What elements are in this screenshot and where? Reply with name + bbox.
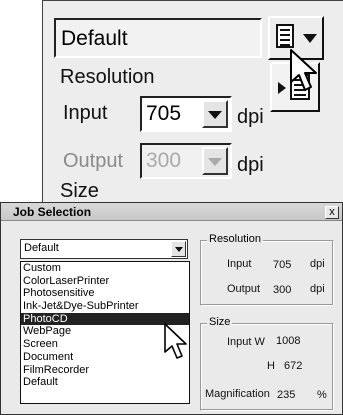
magnification-unit: %: [317, 389, 327, 401]
res-output-value: 300: [273, 284, 292, 296]
dialog-title: Job Selection: [1, 203, 342, 221]
res-output-label: Output: [227, 283, 261, 295]
resolution-group: Resolution: [200, 233, 334, 306]
mouse-pointer-icon: [164, 323, 187, 359]
output-resolution-value: 300: [146, 149, 182, 172]
input-resolution-value: 705: [146, 102, 182, 125]
mouse-pointer-icon: [290, 49, 317, 91]
job-selection-dialog: Job Selection x Default Custom ColorLaser…: [0, 202, 343, 415]
size-input-w-label: Input W: [227, 336, 265, 348]
output-unit: dpi: [237, 154, 264, 176]
output-resolution-select[interactable]: 300: [140, 143, 232, 179]
size-group-title: Size: [207, 316, 233, 328]
job-select-value: Default: [24, 242, 59, 254]
job-select[interactable]: Default: [20, 239, 188, 259]
list-item[interactable]: Photosensitive: [21, 287, 189, 300]
play-arrow-icon: [278, 82, 286, 94]
chevron-down-icon[interactable]: [202, 147, 228, 175]
input-label: Input: [63, 102, 108, 124]
chevron-down-icon[interactable]: [171, 241, 186, 257]
input-resolution-select[interactable]: 705: [140, 96, 232, 132]
list-item[interactable]: Ink-Jet&Dye-SubPrinter: [21, 300, 189, 313]
list-item[interactable]: ColorLaserPrinter: [21, 275, 189, 288]
list-item[interactable]: FilmRecorder: [21, 364, 189, 377]
document-icon: [276, 24, 294, 48]
magnification-value: 235: [277, 389, 296, 401]
job-preset-field[interactable]: Default: [54, 18, 262, 58]
resolution-label: Resolution: [60, 66, 155, 88]
chevron-down-icon: [303, 34, 317, 43]
list-item[interactable]: Default: [21, 376, 189, 389]
size-h-label: H: [267, 360, 275, 372]
res-input-value: 705: [273, 259, 292, 271]
size-input-w-value: 1008: [276, 335, 301, 347]
res-input-unit: dpi: [310, 258, 325, 270]
chevron-down-icon[interactable]: [202, 100, 228, 128]
res-output-unit: dpi: [310, 283, 325, 295]
input-unit: dpi: [237, 106, 264, 128]
size-label: Size: [60, 180, 99, 202]
close-button[interactable]: x: [325, 206, 339, 219]
list-item[interactable]: Custom: [21, 262, 189, 275]
output-label: Output: [63, 150, 124, 172]
res-input-label: Input: [227, 258, 252, 270]
size-h-value: 672: [284, 360, 303, 372]
magnification-label: Magnification: [205, 388, 270, 400]
resolution-group-title: Resolution: [207, 233, 263, 245]
